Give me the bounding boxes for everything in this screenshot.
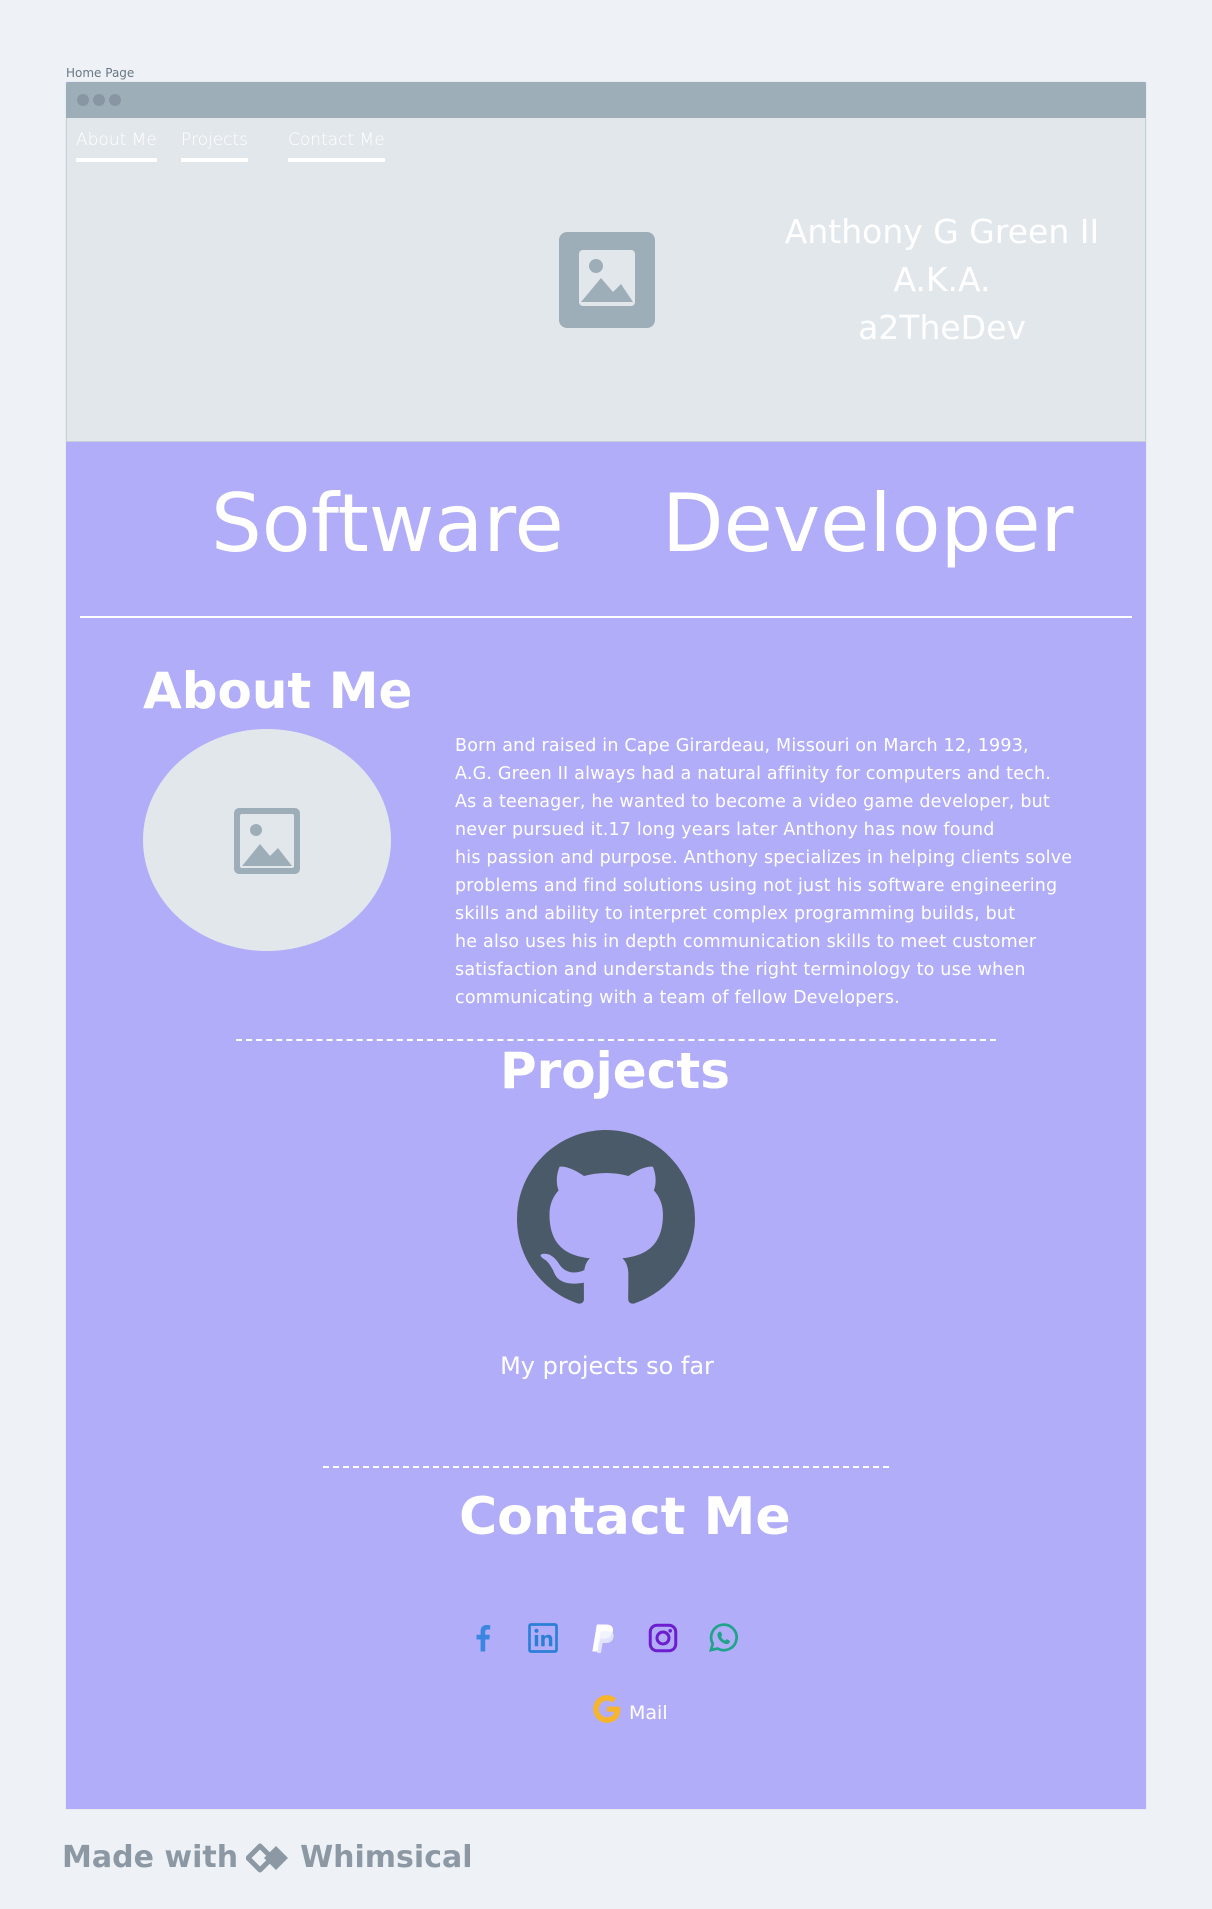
nav-projects[interactable]: Projects (181, 130, 249, 162)
hero-aka: A.K.A. (893, 260, 991, 299)
mail-link[interactable]: Mail (591, 1692, 668, 1726)
about-image-placeholder (143, 729, 391, 951)
bio-line: satisfaction and understands the right t… (455, 960, 1026, 980)
bio-line: communicating with a team of fellow Deve… (455, 988, 900, 1008)
wireframe-frame: About Me Projects Contact Me Anthony G G… (66, 82, 1146, 1809)
window-dot (109, 94, 121, 106)
projects-title: Projects (500, 1042, 731, 1100)
window-dot (93, 94, 105, 106)
hero-name-block: Anthony G Green II A.K.A. a2TheDev (767, 208, 1117, 352)
nav-contact-me[interactable]: Contact Me (288, 130, 385, 162)
instagram-icon[interactable] (645, 1620, 681, 1656)
window-titlebar (66, 82, 1146, 118)
google-icon (593, 1695, 621, 1723)
hero-name: Anthony G Green II (784, 212, 1100, 251)
site-header: About Me Projects Contact Me Anthony G G… (66, 118, 1146, 442)
bio-line: problems and find solutions using not ju… (455, 876, 1058, 896)
whimsical-logo-icon (246, 1843, 289, 1872)
linkedin-icon[interactable] (525, 1620, 561, 1656)
bio-line: his passion and purpose. Anthony special… (455, 848, 1073, 868)
dashed-divider (323, 1466, 889, 1468)
bio-line: skills and ability to interpret complex … (455, 904, 1016, 924)
whatsapp-icon[interactable] (705, 1620, 741, 1656)
headline-word-software: Software (211, 477, 564, 570)
dashed-divider (236, 1039, 996, 1041)
mail-label: Mail (629, 1702, 668, 1724)
image-placeholder-icon (579, 250, 635, 306)
bio-line: A.G. Green II always had a natural affin… (455, 764, 1052, 784)
facebook-icon[interactable] (465, 1620, 501, 1656)
github-icon[interactable] (517, 1130, 695, 1308)
bio-line: never pursued it.17 long years later Ant… (455, 820, 995, 840)
made-with-footer[interactable]: Made with Whimsical (62, 1840, 473, 1875)
hero-handle: a2TheDev (858, 308, 1026, 347)
contact-title: Contact Me (459, 1487, 791, 1547)
headline-word-developer: Developer (662, 477, 1074, 570)
bio-line: he also uses his in depth communication … (455, 932, 1037, 952)
made-with-label: Made with (62, 1840, 239, 1875)
nav-about-me[interactable]: About Me (76, 130, 157, 162)
page-label: Home Page (66, 66, 135, 80)
whimsical-brand: Whimsical (300, 1840, 473, 1875)
about-title: About Me (143, 662, 413, 720)
paypal-icon[interactable] (585, 1620, 621, 1656)
projects-caption: My projects so far (500, 1352, 714, 1380)
window-dot (77, 94, 89, 106)
hero-image-placeholder (559, 232, 655, 328)
divider (80, 616, 1132, 618)
bio-line: As a teenager, he wanted to become a vid… (455, 792, 1050, 812)
about-bio: Born and raised in Cape Girardeau, Misso… (455, 732, 1095, 1012)
image-placeholder-icon (234, 808, 300, 874)
bio-line: Born and raised in Cape Girardeau, Misso… (455, 736, 1029, 756)
